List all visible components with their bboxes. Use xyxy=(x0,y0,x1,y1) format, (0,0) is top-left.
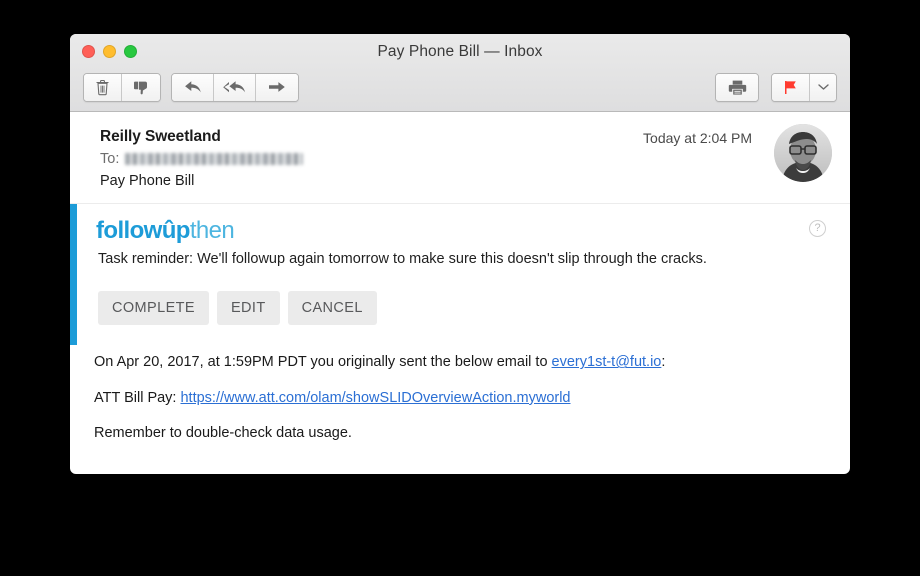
mail-message-window: Pay Phone Bill — Inbox Reilly Sweetland … xyxy=(70,34,850,474)
avatar xyxy=(774,124,832,182)
cancel-button[interactable]: CANCEL xyxy=(287,291,377,326)
reply-button[interactable] xyxy=(172,73,214,101)
window-title: Pay Phone Bill — Inbox xyxy=(377,43,543,60)
recipient-row: To: xyxy=(100,151,828,167)
printer-icon xyxy=(728,79,747,96)
original-send-text-before: On Apr 20, 2017, at 1:59PM PDT you origi… xyxy=(94,354,552,371)
message-date: Today at 2:04 PM xyxy=(643,130,752,146)
window-titlebar: Pay Phone Bill — Inbox xyxy=(70,34,850,112)
flag-icon xyxy=(782,79,799,96)
toolbar-right-group xyxy=(715,72,837,102)
delete-junk-group xyxy=(83,72,161,102)
forward-arrow-icon xyxy=(267,79,287,95)
att-bill-pay-label: ATT Bill Pay: xyxy=(94,389,181,406)
flag-button[interactable] xyxy=(772,73,810,101)
flag-dropdown-button[interactable] xyxy=(810,73,836,101)
logo-light-part: then xyxy=(189,217,235,244)
delete-button[interactable] xyxy=(84,73,122,101)
logo-bold-part: followûp xyxy=(96,217,190,244)
edit-button[interactable]: EDIT xyxy=(216,291,280,326)
att-bill-pay-line: ATT Bill Pay: https://www.att.com/olam/s… xyxy=(94,389,828,409)
flag-group xyxy=(771,72,837,102)
followupthen-logo: followûpthen xyxy=(94,217,828,244)
help-icon[interactable]: ? xyxy=(809,220,826,237)
original-send-text-after: : xyxy=(661,354,666,371)
trash-icon xyxy=(95,79,110,96)
toolbar-left-group xyxy=(83,72,299,102)
to-label: To: xyxy=(100,151,120,167)
mail-toolbar xyxy=(70,66,850,108)
att-bill-pay-link[interactable]: https://www.att.com/olam/showSLIDOvervie… xyxy=(180,390,570,406)
forward-button[interactable] xyxy=(256,73,298,101)
reminder-message: Task reminder: We'll followup again tomo… xyxy=(98,251,707,268)
recipient-email-link[interactable]: every1st-t@fut.io xyxy=(552,354,662,370)
chevron-down-icon xyxy=(817,83,829,91)
print-group xyxy=(715,72,759,102)
print-button[interactable] xyxy=(716,73,758,101)
message-subject: Pay Phone Bill xyxy=(100,173,195,189)
reply-all-button[interactable] xyxy=(214,73,256,101)
complete-button[interactable]: COMPLETE xyxy=(98,291,209,326)
recipient-address-redacted xyxy=(125,153,304,165)
reply-all-arrow-icon xyxy=(222,79,247,95)
message-header: Reilly Sweetland To: Pay Phone Bill Toda… xyxy=(70,112,850,204)
avatar-photo-icon xyxy=(774,124,832,182)
reply-group xyxy=(171,72,299,102)
followupthen-block: followûpthen ? Task reminder: We'll foll… xyxy=(70,204,850,346)
junk-button[interactable] xyxy=(122,73,160,101)
desktop-background: Pay Phone Bill — Inbox Reilly Sweetland … xyxy=(0,0,920,576)
reminder-note-line: Remember to double-check data usage. xyxy=(94,425,352,442)
original-send-line: On Apr 20, 2017, at 1:59PM PDT you origi… xyxy=(94,353,828,373)
thumbs-down-icon xyxy=(133,79,150,96)
message-body: On Apr 20, 2017, at 1:59PM PDT you origi… xyxy=(70,345,850,474)
accent-bar xyxy=(70,204,77,346)
reminder-actions: COMPLETE EDIT CANCEL xyxy=(94,291,828,326)
reply-arrow-icon xyxy=(183,79,203,95)
